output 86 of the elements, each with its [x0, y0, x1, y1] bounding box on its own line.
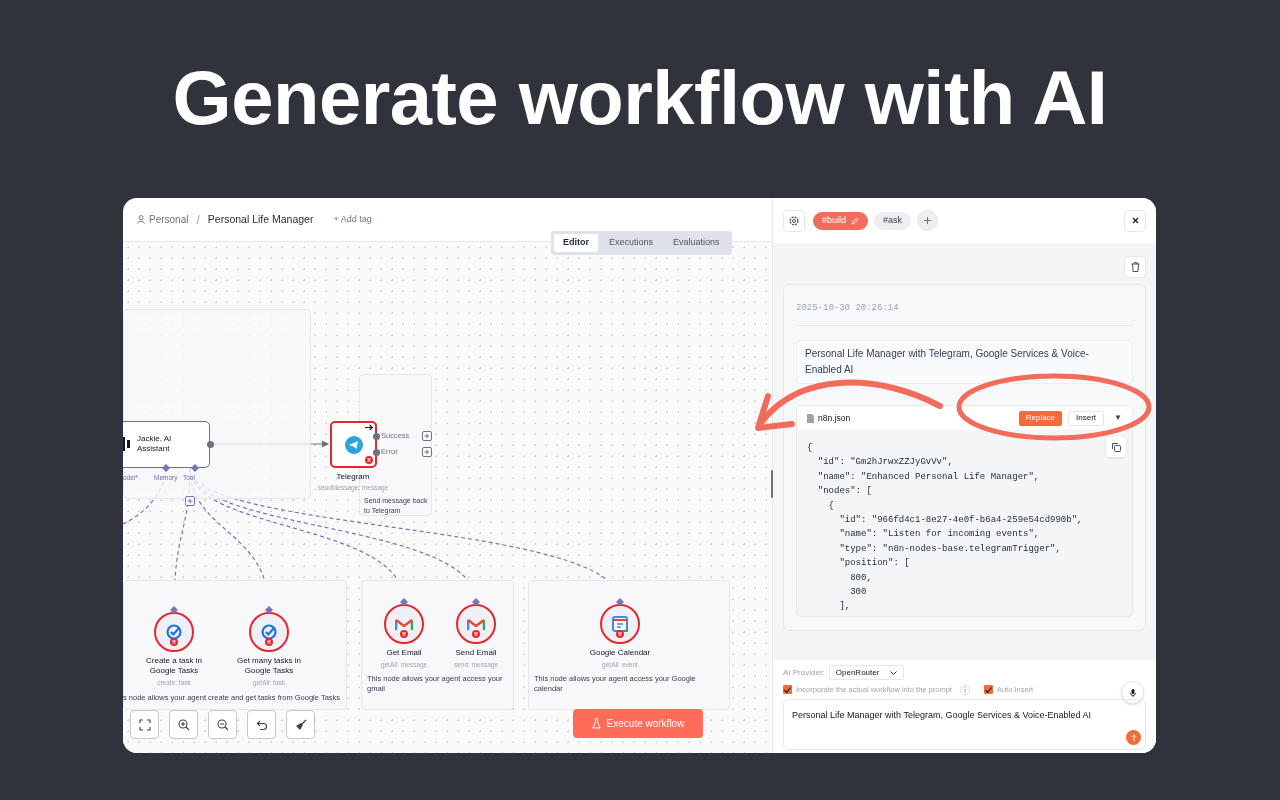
- node-label: Jackie, AI Assistant: [137, 434, 173, 454]
- copy-icon: [1111, 442, 1121, 452]
- trash-icon: [1130, 262, 1140, 272]
- connector-handle-icon: [616, 598, 624, 606]
- telegram-node[interactable]: [330, 421, 377, 468]
- robot-icon: [123, 437, 130, 451]
- checkbox[interactable]: [983, 685, 993, 695]
- settings-button[interactable]: [783, 209, 805, 232]
- file-name: n8n.json: [818, 411, 852, 425]
- canvas-tool-button[interactable]: [247, 710, 276, 739]
- view-tab[interactable]: Executions: [600, 234, 663, 252]
- prompt-input[interactable]: Personal Life Manager with Telegram, Google Services & Voice-Enabled AI: [783, 699, 1146, 751]
- fit-view-icon: [138, 718, 151, 731]
- connector-handle-icon: [170, 606, 178, 614]
- check-circle-icon: [261, 624, 277, 640]
- calendar-icon: [612, 616, 628, 632]
- send-button[interactable]: [1126, 730, 1141, 746]
- microphone-button[interactable]: [1121, 681, 1144, 704]
- error-icon: [616, 630, 624, 638]
- connector-handle-icon: [472, 598, 480, 606]
- plus-icon: [924, 217, 932, 224]
- breadcrumb-separator: /: [196, 211, 200, 229]
- plus-icon: [422, 447, 432, 457]
- add-tag-link[interactable]: + Add tag: [333, 212, 372, 227]
- broom-icon: [294, 718, 307, 731]
- error-icon: [400, 630, 408, 638]
- agent-node[interactable]: [123, 421, 210, 468]
- code-text: { "id": "Gm2hJrwxZZJyGvVv", "name": "Enhanced Personal Life Manager", "nodes": [ { "id": "966fd4c1-8e27-4e0f-b6a4-259e54cd990b", "name": "Listen for incoming events", "type": "n8n-nodes-base.telegramTrigger", "position": [ 800, 300 ],: [807, 442, 1083, 614]
- close-icon: [1131, 217, 1139, 224]
- copy-button[interactable]: [1106, 437, 1126, 457]
- headline: Generate workflow with AI: [172, 62, 1108, 134]
- close-button[interactable]: [1124, 209, 1146, 232]
- node-label: Send Email: [454, 648, 498, 658]
- view-tab[interactable]: Editor: [554, 234, 598, 252]
- check-circle-icon: [166, 624, 182, 640]
- chevron-down-icon: [889, 670, 897, 675]
- file-icon: [807, 413, 814, 423]
- flask-icon: [591, 718, 601, 729]
- prompt-text: Personal Life Manager with Telegram, Google Services & Voice-Enabled AI: [796, 340, 1133, 384]
- delete-button[interactable]: [1124, 256, 1146, 278]
- project-link[interactable]: Personal: [137, 212, 189, 227]
- connector-handle-icon: [162, 464, 170, 472]
- connector-handle-icon: [265, 606, 273, 614]
- user-icon: [137, 215, 145, 224]
- mode-tab[interactable]: #ask: [874, 211, 912, 230]
- dropdown-button[interactable]: ▼: [1114, 412, 1122, 424]
- connector-handle-icon: [400, 598, 408, 606]
- arrow-up-icon: [1130, 734, 1137, 742]
- plus-icon: [422, 431, 432, 441]
- error-icon: [472, 630, 480, 638]
- check-icon: [784, 686, 791, 693]
- output-handle-icon: [373, 449, 380, 456]
- connector-handle-icon: [191, 464, 199, 472]
- plus-icon: [185, 496, 195, 506]
- paper-plane-icon: [344, 435, 363, 454]
- envelope-m-icon: [467, 617, 485, 631]
- node-label: Create a task in Google Tasks: [145, 656, 203, 676]
- error-icon: [170, 638, 178, 646]
- add-mode-button[interactable]: [917, 210, 939, 231]
- undo-icon: [255, 718, 268, 731]
- envelope-m-icon: [395, 617, 413, 631]
- node-label: Google Calendar: [588, 648, 652, 658]
- output-handle-icon: [373, 433, 380, 440]
- file-action-button[interactable]: Insert: [1068, 410, 1105, 426]
- view-tab[interactable]: Evaluations: [664, 234, 729, 252]
- node-label: Telegram: [335, 471, 371, 483]
- canvas-tool-button[interactable]: [169, 710, 198, 739]
- output-handle-icon: [207, 441, 214, 448]
- node-label: Get many tasks in Google Tasks: [236, 656, 302, 676]
- provider-label: AI Provider:: [783, 666, 825, 679]
- arrow-icon: [365, 424, 374, 431]
- provider-select[interactable]: OpenRouter: [828, 665, 904, 680]
- check-icon: [984, 686, 992, 693]
- error-icon: [365, 456, 373, 464]
- canvas-tool-button[interactable]: [286, 710, 315, 739]
- zoom-in-icon: [177, 718, 190, 731]
- canvas-tool-button[interactable]: [208, 710, 237, 739]
- pencil-icon: [851, 216, 860, 225]
- timestamp: 2025-10-30 20:26:14: [796, 303, 899, 313]
- node-label: Get Email: [385, 648, 423, 658]
- workflow-name: Personal Life Manager: [207, 211, 314, 227]
- microphone-icon: [1129, 688, 1136, 697]
- checkbox[interactable]: [783, 685, 792, 695]
- zoom-out-icon: [216, 718, 229, 731]
- error-icon: [265, 638, 273, 646]
- settings-icon: [789, 215, 799, 226]
